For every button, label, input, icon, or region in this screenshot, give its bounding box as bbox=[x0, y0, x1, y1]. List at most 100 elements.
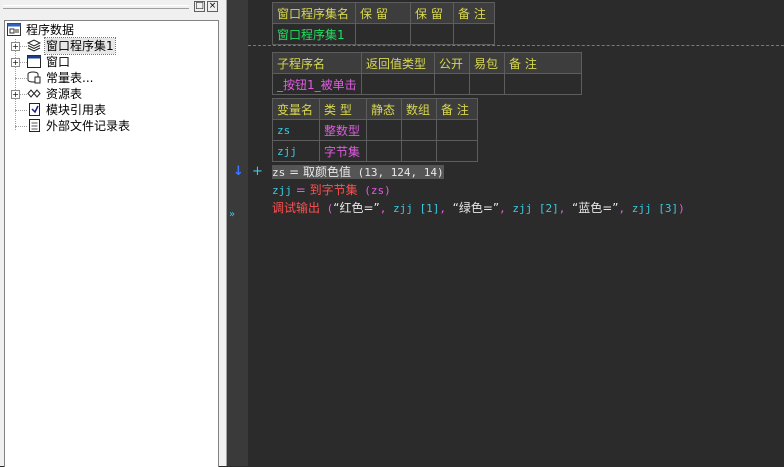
code-string: “绿色=” bbox=[452, 201, 500, 215]
code-gutter[interactable]: ↓ » bbox=[227, 0, 248, 466]
run-marker-icon: » bbox=[229, 209, 236, 220]
code-separator: , bbox=[618, 202, 632, 215]
pin-icon[interactable]: □ bbox=[194, 1, 205, 12]
code-function: 取颜色值 bbox=[302, 165, 351, 179]
code-line-1[interactable]: zs = 取颜色值 (13, 124, 14) bbox=[272, 164, 444, 180]
code-paren: ) bbox=[678, 202, 685, 215]
var-header-array: 数组 bbox=[401, 98, 437, 120]
tree-root[interactable]: 程序数据 bbox=[7, 22, 75, 38]
code-arg: zjj [2] bbox=[512, 202, 559, 215]
module-ref-icon bbox=[29, 103, 40, 116]
tree-item-resources[interactable]: 资源表 bbox=[27, 86, 83, 102]
close-icon[interactable]: × bbox=[207, 1, 218, 12]
var-type-cell[interactable]: 字节集 bbox=[319, 140, 367, 162]
subroutine-table: 子程序名 返回值类型 公开 易包 备 注 _按钮1_被单击 bbox=[272, 52, 582, 95]
tree-item-window[interactable]: 窗口 bbox=[27, 54, 71, 70]
var-cell[interactable] bbox=[436, 119, 478, 141]
var-cell[interactable] bbox=[436, 140, 478, 162]
variable-table: 变量名 类 型 静态 数组 备 注 zs 整数型 zjj 字节集 bbox=[272, 98, 478, 162]
var-cell[interactable] bbox=[401, 140, 437, 162]
code-line-2[interactable]: zjj = 到字节集 (zs) bbox=[272, 182, 391, 198]
resource-icon bbox=[27, 89, 41, 98]
code-operator: = bbox=[285, 165, 303, 179]
code-paren: ( bbox=[320, 202, 334, 215]
program-data-icon bbox=[7, 23, 21, 36]
sub-cell[interactable] bbox=[469, 73, 505, 95]
current-line-arrow-icon[interactable]: ↓ bbox=[233, 164, 244, 179]
tree-root-label: 程序数据 bbox=[26, 23, 75, 37]
expand-toggle[interactable]: + bbox=[11, 42, 20, 51]
code-separator: , bbox=[439, 202, 453, 215]
var-name-cell[interactable]: zs bbox=[272, 119, 320, 141]
code-var: zjj bbox=[272, 184, 292, 197]
code-var: zs bbox=[272, 166, 286, 179]
tree-item-external-files[interactable]: 外部文件记录表 bbox=[27, 118, 131, 134]
tree-line bbox=[15, 126, 27, 127]
var-header-static: 静态 bbox=[366, 98, 402, 120]
code-separator: , bbox=[558, 202, 572, 215]
tree-item-label: 常量表... bbox=[46, 71, 94, 85]
var-header-remark: 备 注 bbox=[436, 98, 478, 120]
code-arg: zjj [3] bbox=[631, 202, 679, 215]
assembly-cell[interactable] bbox=[410, 23, 454, 45]
assembly-header-reserved: 保 留 bbox=[355, 2, 411, 24]
sub-header-public: 公开 bbox=[434, 52, 470, 74]
code-string: “红色=” bbox=[333, 201, 380, 215]
sub-header-remark: 备 注 bbox=[504, 52, 582, 74]
tree-item-window-assembly[interactable]: 窗口程序集1 bbox=[27, 37, 116, 55]
assembly-cell[interactable] bbox=[355, 23, 411, 45]
code-string: “蓝色=” bbox=[571, 201, 619, 215]
assembly-cell[interactable] bbox=[453, 23, 495, 45]
var-header-type: 类 型 bbox=[319, 98, 367, 120]
tree-line bbox=[15, 78, 27, 79]
tree-line bbox=[15, 39, 16, 130]
code-arg: zjj [1] bbox=[393, 202, 440, 215]
code-separator: , bbox=[379, 202, 394, 215]
constant-table-icon bbox=[27, 71, 41, 84]
code-function: 调试输出 bbox=[272, 201, 321, 215]
var-cell[interactable] bbox=[366, 119, 402, 141]
expand-toggle[interactable]: + bbox=[11, 58, 20, 67]
assembly-header-remark: 备 注 bbox=[453, 2, 495, 24]
panel-titlebar: □ × bbox=[0, 0, 220, 13]
sub-cell[interactable] bbox=[504, 73, 582, 95]
add-line-plus-icon[interactable]: + bbox=[252, 164, 263, 180]
var-cell[interactable] bbox=[401, 119, 437, 141]
var-cell[interactable] bbox=[366, 140, 402, 162]
tree-item-module-refs[interactable]: 模块引用表 bbox=[27, 102, 107, 118]
program-tree[interactable]: 程序数据 + 窗口程序集1 + 窗口 常量表... + 资源表 模块引用表 外部… bbox=[4, 20, 219, 467]
tree-line bbox=[15, 110, 27, 111]
code-args: (13, 124, 14) bbox=[350, 166, 444, 179]
assembly-table: 窗口程序集名 保 留 保 留 备 注 窗口程序集1 bbox=[272, 2, 495, 45]
tree-item-label: 模块引用表 bbox=[46, 103, 107, 117]
code-line-3[interactable]: 调试输出 (“红色=”, zjj [1], “绿色=”, zjj [2], “蓝… bbox=[272, 200, 685, 216]
code-operator: = bbox=[291, 183, 310, 197]
var-header-name: 变量名 bbox=[272, 98, 320, 120]
expand-toggle[interactable]: + bbox=[11, 90, 20, 99]
code-editor[interactable]: 窗口程序集名 保 留 保 留 备 注 窗口程序集1 子程序名 返回值类型 公开 … bbox=[248, 0, 784, 466]
sub-name-cell[interactable]: _按钮1_被单击 bbox=[272, 73, 362, 95]
tree-item-label: 外部文件记录表 bbox=[46, 119, 131, 133]
panel-splitter[interactable] bbox=[219, 0, 227, 466]
code-separator: , bbox=[499, 202, 513, 215]
sub-cell[interactable] bbox=[434, 73, 470, 95]
sub-header-easy-pack: 易包 bbox=[469, 52, 505, 74]
tree-item-constants[interactable]: 常量表... bbox=[27, 70, 94, 86]
tree-item-label: 窗口程序集1 bbox=[44, 37, 116, 55]
external-file-icon bbox=[29, 119, 40, 132]
var-type-cell[interactable]: 整数型 bbox=[319, 119, 367, 141]
assembly-header-name: 窗口程序集名 bbox=[272, 2, 356, 24]
sub-header-return-type: 返回值类型 bbox=[361, 52, 435, 74]
code-args: (zs) bbox=[357, 184, 391, 197]
tree-item-label: 资源表 bbox=[46, 87, 83, 101]
var-name-cell[interactable]: zjj bbox=[272, 140, 320, 162]
panel-grip[interactable] bbox=[3, 5, 189, 9]
assembly-header-reserved: 保 留 bbox=[410, 2, 454, 24]
assembly-name-cell[interactable]: 窗口程序集1 bbox=[272, 23, 356, 45]
code-function: 到字节集 bbox=[309, 183, 358, 197]
window-icon bbox=[27, 55, 41, 68]
section-divider bbox=[248, 45, 784, 46]
sub-cell[interactable] bbox=[361, 73, 435, 95]
stack-icon bbox=[27, 39, 41, 52]
sub-header-name: 子程序名 bbox=[272, 52, 362, 74]
